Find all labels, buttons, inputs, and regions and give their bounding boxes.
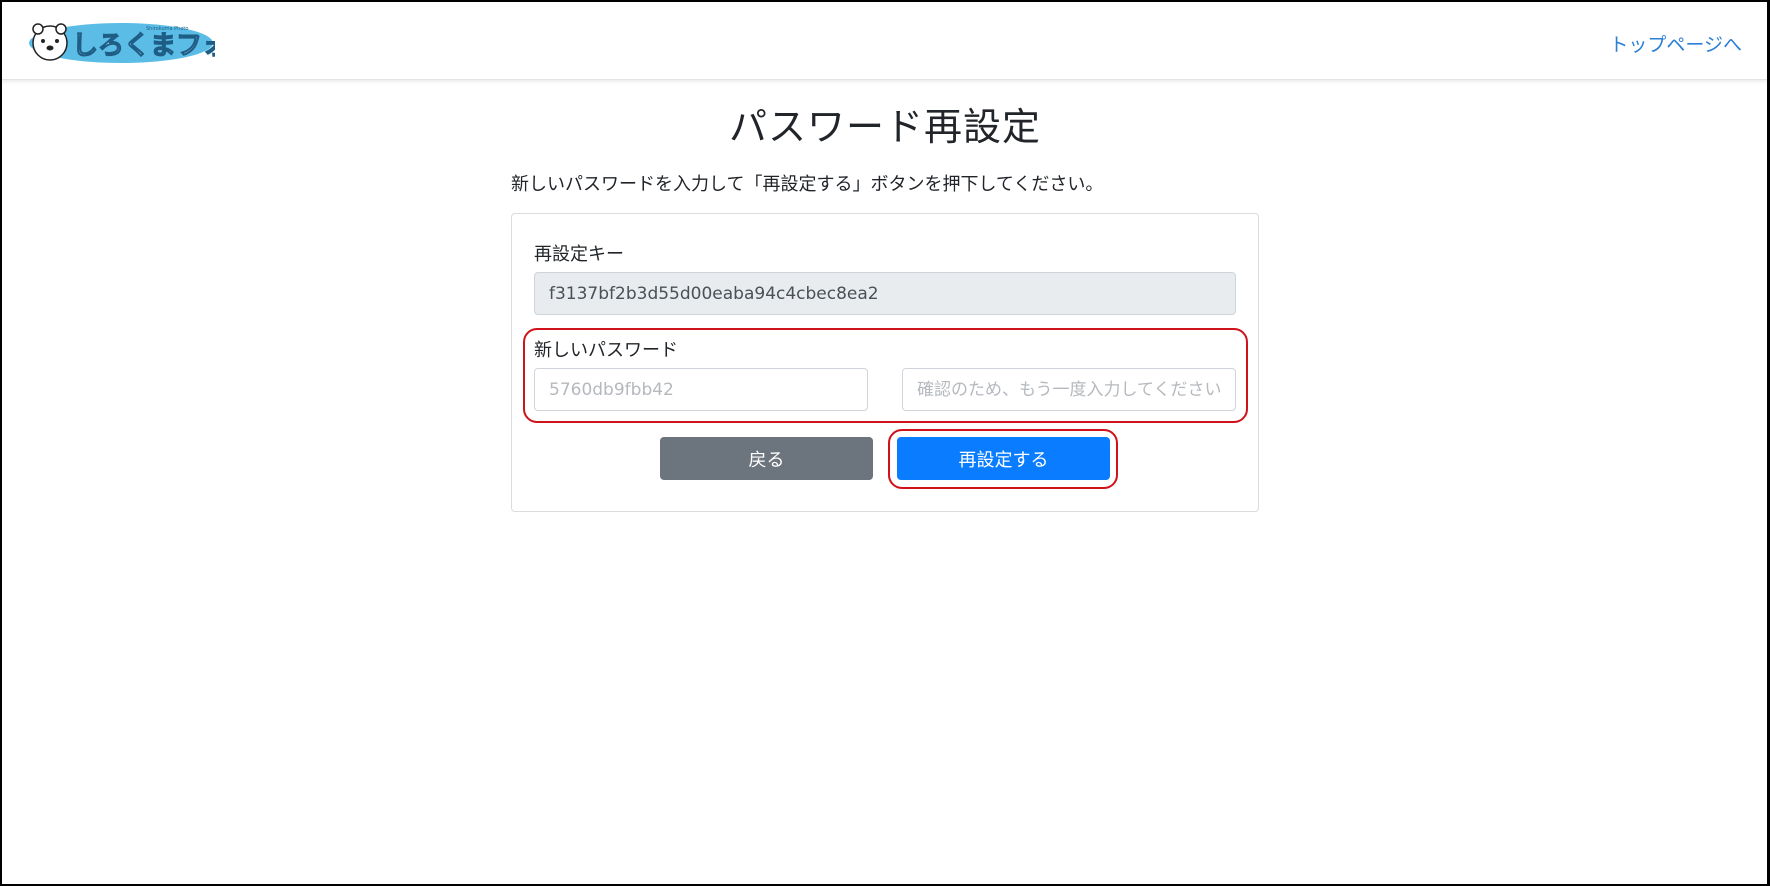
new-password-label: 新しいパスワード [534,340,678,361]
new-password-input[interactable] [534,368,868,411]
page-title: パスワード再設定 [728,105,1041,149]
svg-text:Shirokuma Photo: Shirokuma Photo [146,26,188,32]
reset-form-card: 再設定キー 新しいパスワード 戻る 再設定する [511,213,1259,512]
reset-key-input[interactable] [534,272,1236,315]
top-page-link[interactable]: トップページへ [1609,30,1742,57]
polar-bear-logo-icon: しろくまフォト Shirokuma Photo [29,23,255,63]
reset-key-label: 再設定キー [534,244,624,265]
site-logo[interactable]: しろくまフォト Shirokuma Photo [28,21,255,65]
svg-text:しろくまフォト: しろくまフォト [72,31,215,61]
reset-submit-button[interactable]: 再設定する [897,437,1110,480]
instruction-text: 新しいパスワードを入力して「再設定する」ボタンを押下してください。 [511,174,1104,195]
back-button[interactable]: 戻る [660,437,873,480]
site-header: しろくまフォト Shirokuma Photo トップページへ [2,2,1767,80]
confirm-password-input[interactable] [902,368,1236,411]
